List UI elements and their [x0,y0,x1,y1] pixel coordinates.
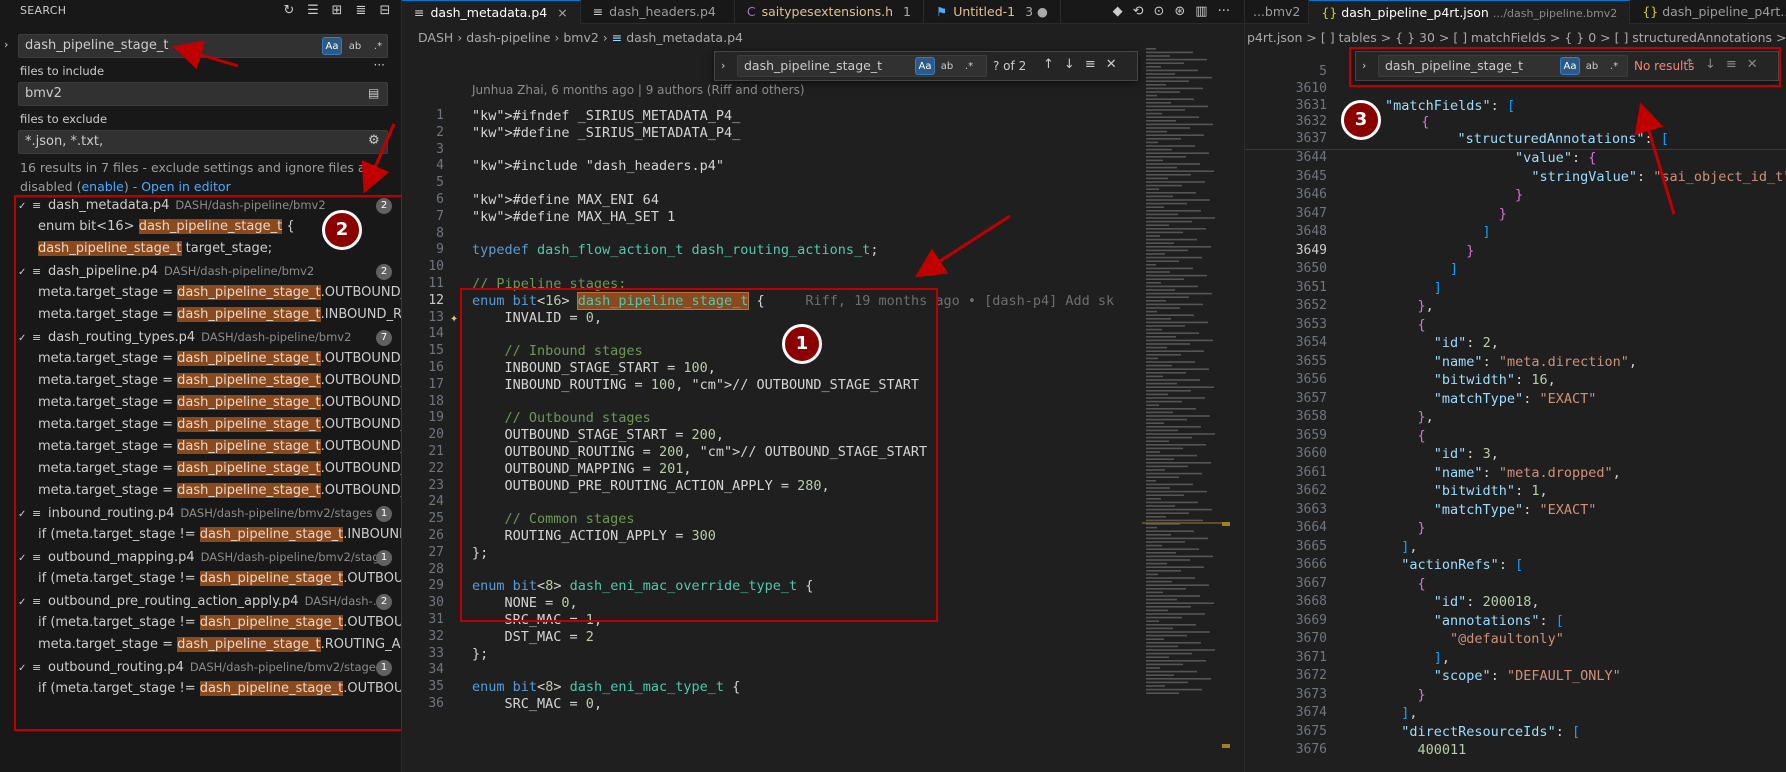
arrow-code [914,214,1011,278]
arrow-results [361,123,396,194]
arrow-search [172,40,239,70]
annotation-arrows [172,40,1676,278]
arrow-find [1634,102,1676,215]
